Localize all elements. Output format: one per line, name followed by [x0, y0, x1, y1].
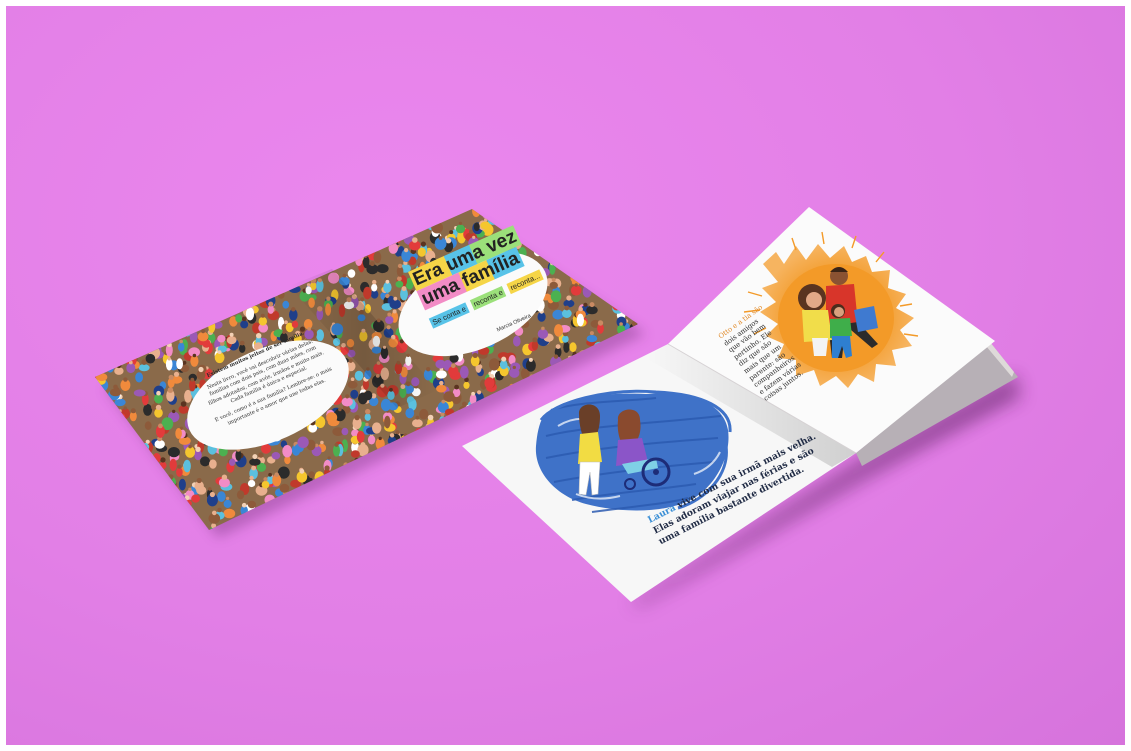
- crowd-illustration: [95, 209, 638, 530]
- blue-scribble-illustration: [535, 389, 732, 513]
- front-cover-oval: [398, 251, 548, 357]
- cover-subtitle-1: Se conta e: [428, 302, 470, 329]
- inside-right-line1: Otto e a tia são: [717, 303, 765, 341]
- inside-right-line4: pertinho. Ele: [732, 328, 774, 362]
- photo-scene: Era uma vez uma família Se conta e recon…: [6, 6, 1125, 745]
- cover-subtitle-3: reconta...: [506, 269, 544, 294]
- cover-book: [95, 209, 646, 538]
- inside-right-line10: coisas juntos.: [762, 369, 805, 404]
- inside-left-line1-text: vive com sua irmã mais velha.: [672, 431, 818, 513]
- inside-right-line8: companheiros: [752, 354, 797, 390]
- inside-right-line9: e fazem várias: [757, 360, 803, 397]
- inside-left-line3: uma família bastante divertida.: [656, 463, 807, 548]
- back-cover-closing: E você, como é a sua família? Lembre-se:…: [214, 366, 333, 427]
- inside-right-text: Otto e a tia são dois amigos que vão bem…: [717, 303, 810, 403]
- inside-right-page: [668, 207, 995, 453]
- orange-sunburst-illustration: [743, 231, 919, 388]
- inside-right-line7: parente: são: [747, 350, 787, 383]
- cover-title-line2: uma família: [416, 247, 525, 311]
- back-cover-body: Nesta livro, você vai descobrir várias d…: [206, 338, 325, 407]
- inside-right-line3: que vão bem: [727, 322, 768, 355]
- cover-subtitle-2: reconta e: [469, 285, 507, 311]
- cover-title-block: Era uma vez uma família Se conta e recon…: [408, 223, 544, 330]
- inside-left-page: [462, 344, 856, 602]
- character-name-laura: Laura: [646, 502, 678, 526]
- inside-right-line5: diz que são: [737, 338, 774, 369]
- back-cover-heading: Existem muitos jeitos de ser família.: [205, 330, 306, 380]
- back-cover-oval: [187, 340, 349, 450]
- inside-right-line6: mais que um: [742, 342, 783, 376]
- inside-right-line2: dois amigos: [722, 316, 760, 348]
- inside-left-text: Laura vive com sua irmã mais velha. Elas…: [646, 431, 829, 548]
- cover-author: Marcia Oliveira: [496, 313, 532, 334]
- page-edges: [856, 342, 1018, 466]
- cover-base: [95, 209, 638, 530]
- cover-title-line1: Era uma vez: [408, 225, 522, 292]
- inside-left-line1: Laura vive com sua irmã mais velha.: [646, 431, 818, 527]
- back-cover-blurb: Existem muitos jeitos de ser família. Ne…: [196, 326, 337, 432]
- inside-book: [462, 207, 1021, 608]
- inside-left-line2: Elas adoram viajar nas férias e são: [651, 445, 816, 537]
